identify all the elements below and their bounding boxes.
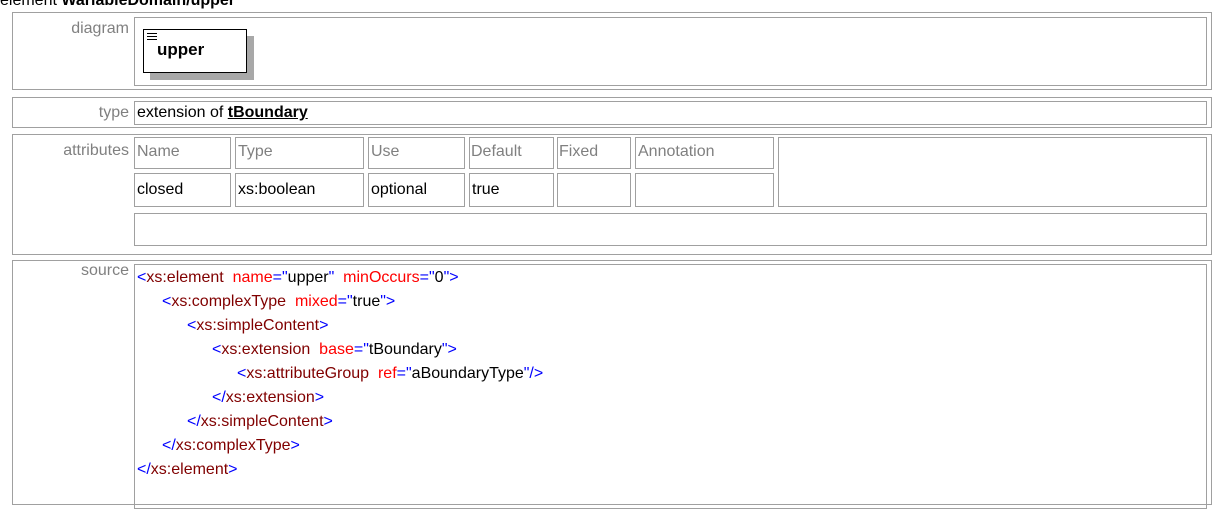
element-heading: element WariableDomain/upper (0, 0, 235, 10)
source-token: xs:extension (225, 389, 315, 406)
source-token: upper (287, 269, 329, 286)
source-token: > (314, 389, 325, 406)
source-line: </xs:extension> (212, 388, 324, 408)
source-token: < (137, 269, 147, 286)
source-line: <xs:element name="upper" minOccurs="0"> (137, 268, 459, 288)
source-token: > (319, 317, 329, 334)
source-line: <xs:complexType mixed="true"> (162, 292, 395, 312)
type-prefix: extension of (137, 104, 228, 121)
source-token: minOccurs (334, 269, 420, 286)
source-line: <xs:simpleContent> (187, 316, 328, 336)
source-token: ref (369, 365, 397, 382)
attributes-label: attributes (63, 142, 129, 159)
source-token: xs:complexType (171, 293, 287, 310)
attr-header-use-text: Use (371, 143, 400, 160)
source-token: < (187, 317, 197, 334)
source-line: </xs:simpleContent> (187, 412, 333, 432)
source-line: <xs:extension base="tBoundary"> (212, 340, 457, 360)
source-line: <xs:attributeGroup ref="aBoundaryType"/> (237, 364, 543, 384)
source-token: "/> (523, 365, 544, 382)
source-token: xs:element (146, 269, 224, 286)
attr-row-type: xs:boolean (238, 181, 316, 198)
attr-header-annotation-text: Annotation (638, 143, 715, 160)
source-token: xs:simpleContent (196, 317, 320, 334)
attr-row-name: closed (137, 181, 184, 198)
attr-header-name-text: Name (137, 143, 180, 160)
source-token: =" (419, 269, 435, 286)
source-token: </ (162, 437, 176, 454)
type-base-link[interactable]: tBoundary (228, 104, 308, 121)
type-value: extension of tBoundary (137, 104, 308, 122)
source-token: "> (380, 293, 396, 310)
source-token: "> (443, 269, 459, 286)
source-token: 0 (434, 269, 444, 286)
source-token: < (162, 293, 172, 310)
attr-header-default-text: Default (471, 143, 522, 160)
source-label: source (80, 262, 129, 279)
source-token: < (212, 341, 222, 358)
attr-footer-cell (134, 213, 1207, 246)
source-token: xs:element (150, 461, 229, 478)
diagram-cell (134, 17, 1207, 86)
attr-header-type-text: Type (238, 143, 273, 160)
diagram-element-box[interactable]: upper (143, 29, 247, 73)
attr-cell-fixed (557, 173, 631, 207)
source-token: </ (212, 389, 226, 406)
heading-element-name: WariableDomain/upper (61, 0, 236, 9)
source-token: > (228, 461, 238, 478)
source-token: name (223, 269, 273, 286)
heading-prefix: element (0, 0, 62, 9)
attr-row-default: true (472, 181, 500, 198)
source-token: =" (396, 365, 412, 382)
source-token: true (352, 293, 381, 310)
source-token: xs:complexType (175, 437, 291, 454)
attr-header-fixed-text: Fixed (559, 143, 599, 160)
type-label: type (98, 104, 129, 121)
attr-row-use: optional (371, 181, 428, 198)
source-line: </xs:complexType> (162, 436, 300, 456)
source-token: < (237, 365, 247, 382)
source-token: xs:attributeGroup (246, 365, 370, 382)
source-token: tBoundary (368, 341, 442, 358)
source-token: =" (337, 293, 353, 310)
diagram-label: diagram (71, 20, 129, 37)
source-token: xs:simpleContent (200, 413, 324, 430)
content-lines-icon (147, 33, 157, 42)
source-token: xs:extension (221, 341, 311, 358)
source-line: </xs:element> (137, 460, 238, 480)
attr-cell-annotation (635, 173, 774, 207)
source-token: base (310, 341, 354, 358)
source-token: aBoundaryType (411, 365, 524, 382)
source-token: </ (137, 461, 151, 478)
source-token: "> (441, 341, 457, 358)
source-token: > (323, 413, 333, 430)
source-token: > (290, 437, 300, 454)
attr-extra-cell (778, 137, 1207, 207)
source-token: mixed (286, 293, 338, 310)
source-token: =" (272, 269, 288, 286)
diagram-element-name: upper (157, 40, 205, 59)
source-token: =" (353, 341, 369, 358)
source-token: </ (187, 413, 201, 430)
